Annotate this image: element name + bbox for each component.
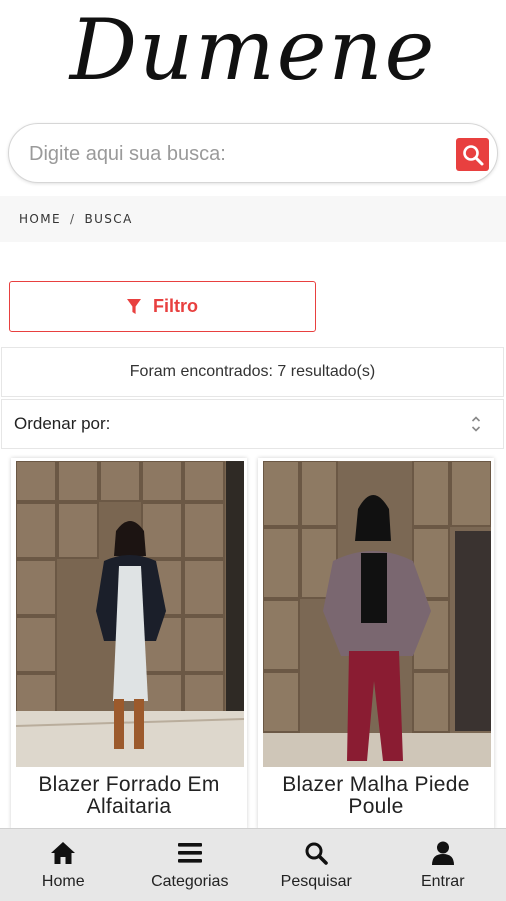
nav-search-label: Pesquisar: [281, 873, 352, 891]
sort-select[interactable]: Ordenar por:: [1, 399, 504, 449]
nav-login[interactable]: Entrar: [380, 829, 506, 901]
filter-icon: [127, 299, 141, 315]
product-image[interactable]: [263, 461, 491, 767]
nav-home[interactable]: Home: [0, 829, 127, 901]
home-icon: [50, 841, 76, 865]
product-image[interactable]: [16, 461, 244, 767]
breadcrumb-current: BUSCA: [84, 212, 132, 226]
user-icon: [432, 841, 454, 865]
search-input[interactable]: [27, 136, 451, 172]
search-bar: [8, 123, 498, 183]
search-icon: [304, 841, 328, 865]
brand-logo[interactable]: Dumene: [0, 0, 506, 118]
product-card[interactable]: Blazer Forrado Em Alfaitaria: [11, 458, 247, 830]
nav-categories-label: Categorias: [151, 873, 228, 891]
nav-categories[interactable]: Categorias: [127, 829, 254, 901]
product-title[interactable]: Blazer Malha Piede Poule: [258, 774, 494, 818]
chevron-updown-icon: [471, 414, 481, 434]
results-count: Foram encontrados: 7 resultado(s): [1, 347, 504, 397]
logo-text: Dumene: [0, 0, 506, 100]
search-icon: [461, 143, 485, 167]
breadcrumb-home[interactable]: HOME: [19, 212, 61, 226]
product-card[interactable]: Blazer Malha Piede Poule: [258, 458, 494, 830]
breadcrumb-separator: /: [70, 212, 75, 226]
sort-label: Ordenar por:: [14, 414, 110, 434]
bottom-nav: Home Categorias Pesquisar Entrar: [0, 828, 506, 901]
nav-search[interactable]: Pesquisar: [253, 829, 380, 901]
results-text: Foram encontrados: 7 resultado(s): [130, 363, 375, 381]
filter-button[interactable]: Filtro: [9, 281, 316, 332]
product-title[interactable]: Blazer Forrado Em Alfaitaria: [11, 774, 247, 818]
filter-label: Filtro: [153, 296, 198, 317]
menu-icon: [178, 842, 202, 864]
nav-login-label: Entrar: [421, 873, 465, 891]
search-button[interactable]: [456, 138, 489, 171]
breadcrumb: HOME / BUSCA: [0, 196, 506, 242]
nav-home-label: Home: [42, 873, 85, 891]
